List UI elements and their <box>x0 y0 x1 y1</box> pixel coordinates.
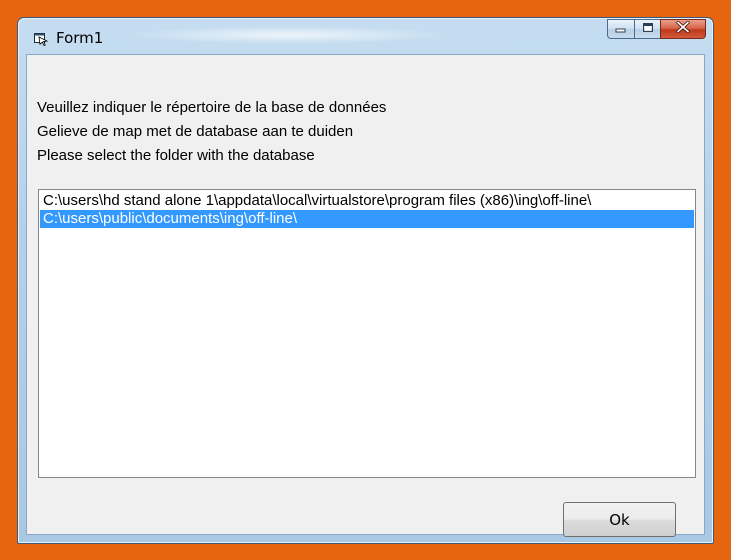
list-item-virtualstore-path[interactable]: C:\users\hd stand alone 1\appdata\local\… <box>40 192 694 210</box>
maximize-button[interactable] <box>634 19 660 39</box>
maximize-icon <box>642 20 654 38</box>
close-icon <box>676 20 690 38</box>
minimize-icon <box>615 20 627 38</box>
caption-buttons <box>607 19 706 39</box>
instruction-english: Please select the folder with the databa… <box>37 147 315 164</box>
form-client-area: Veuillez indiquer le répertoire de la ba… <box>26 54 705 537</box>
form-window: Form1 Veuillez indiquer le répertoire de… <box>17 17 714 544</box>
title-bar[interactable]: Form1 <box>18 18 713 54</box>
window-title: Form1 <box>56 29 104 47</box>
folder-listbox[interactable]: C:\users\hd stand alone 1\appdata\local\… <box>38 189 696 478</box>
instruction-dutch: Gelieve de map met de database aan te du… <box>37 123 354 140</box>
close-button[interactable] <box>660 19 706 39</box>
minimize-button[interactable] <box>607 19 634 39</box>
ok-button[interactable]: Ok <box>563 502 676 537</box>
instruction-french: Veuillez indiquer le répertoire de la ba… <box>37 99 387 116</box>
form-app-icon[interactable] <box>33 30 49 47</box>
title-bar-glow <box>128 26 448 44</box>
list-item-public-documents-path[interactable]: C:\users\public\documents\ing\off-line\ <box>40 210 694 228</box>
